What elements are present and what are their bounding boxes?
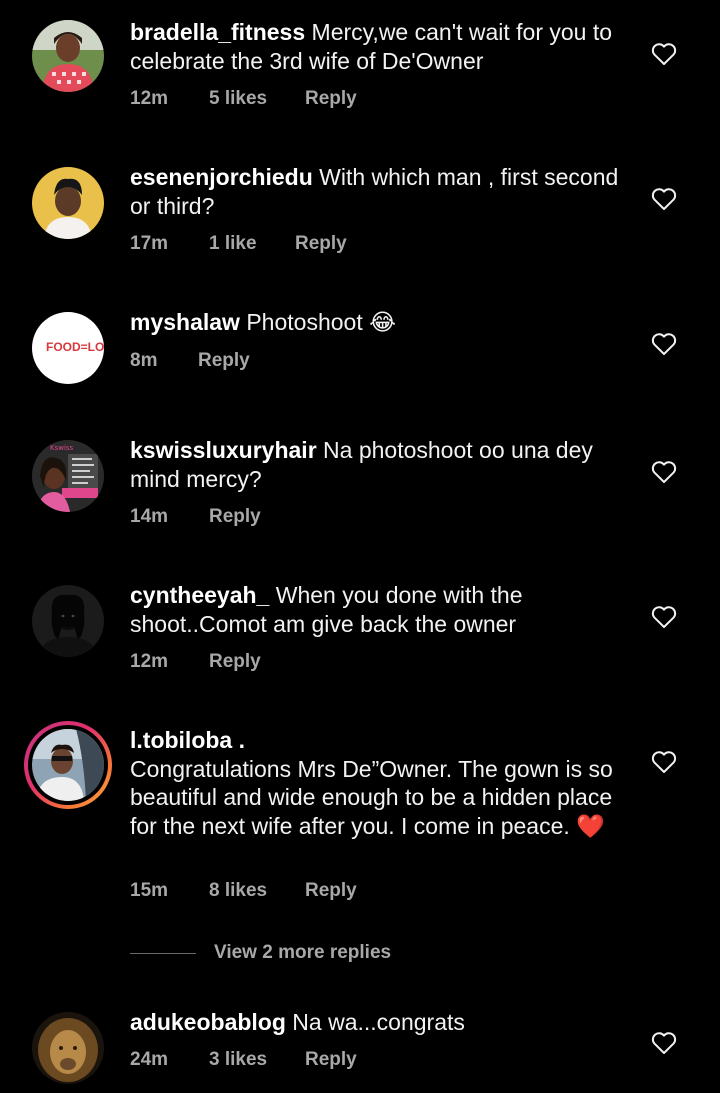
avatar[interactable]: FOOD=LO <box>32 312 104 384</box>
svg-text:Kswiss: Kswiss <box>50 444 74 452</box>
comment-time: 12m <box>130 651 169 672</box>
comment-body: Congratulations Mrs De”Owner. The gown i… <box>130 755 613 839</box>
heart-outline-icon[interactable] <box>651 187 677 211</box>
comment-username[interactable]: cyntheeyah_ <box>130 582 269 608</box>
reply-button[interactable]: Reply <box>198 350 250 372</box>
comment-text: cyntheeyah_ When you done with the shoot… <box>130 581 630 638</box>
reply-button[interactable]: Reply <box>305 880 357 902</box>
comment-time: 15m <box>130 880 169 901</box>
comment-body: Photoshoot 😂 <box>246 309 396 335</box>
comment-text: esenenjorchiedu With which man , first s… <box>130 163 630 220</box>
heart-outline-icon[interactable] <box>651 605 677 629</box>
comment-meta: 8m Reply <box>130 350 250 372</box>
reply-button[interactable]: Reply <box>295 233 347 255</box>
comment-text: l.tobiloba . Congratulations Mrs De”Owne… <box>130 726 630 840</box>
avatar[interactable]: Kswiss <box>32 440 104 512</box>
comment-meta: 14m Reply <box>130 506 261 528</box>
comment-time: 14m <box>130 506 169 527</box>
avatar[interactable] <box>32 20 104 92</box>
heart-outline-icon[interactable] <box>651 750 677 774</box>
comment-meta: 12m 5 likes Reply <box>130 88 357 110</box>
divider-line <box>130 953 196 954</box>
reply-button[interactable]: Reply <box>209 651 261 673</box>
comment-username[interactable]: l.tobiloba <box>130 727 232 753</box>
comment-time: 12m <box>130 88 169 109</box>
comment-username[interactable]: myshalaw <box>130 309 240 335</box>
comment-likes[interactable]: 3 likes <box>209 1049 305 1071</box>
comment-text: myshalaw Photoshoot 😂 <box>130 308 630 337</box>
comment-text: adukeobablog Na wa...congrats <box>130 1008 630 1037</box>
avatar[interactable] <box>32 585 104 657</box>
comment-meta: 15m 8 likes Reply <box>130 880 357 902</box>
heart-outline-icon[interactable] <box>651 332 677 356</box>
avatar[interactable] <box>32 167 104 239</box>
comment-username[interactable]: esenenjorchiedu <box>130 164 313 190</box>
comment-text: bradella_fitness Mercy,we can't wait for… <box>130 18 630 75</box>
avatar[interactable] <box>32 1012 104 1084</box>
comment-time: 8m <box>130 350 158 371</box>
comment-likes[interactable]: 8 likes <box>209 880 305 902</box>
comment-username[interactable]: bradella_fitness <box>130 19 305 45</box>
comment-meta: 12m Reply <box>130 651 261 673</box>
avatar-logo-text: FOOD=LO <box>46 340 104 354</box>
comment-meta: 17m 1 like Reply <box>130 233 347 255</box>
comment-username[interactable]: adukeobablog <box>130 1009 286 1035</box>
avatar <box>32 729 104 801</box>
reply-button[interactable]: Reply <box>305 1049 357 1071</box>
comment-time: 17m <box>130 233 169 254</box>
comment-username-suffix: . <box>238 727 245 753</box>
reply-button[interactable]: Reply <box>209 506 261 528</box>
comment-time: 24m <box>130 1049 169 1070</box>
comment-meta: 24m 3 likes Reply <box>130 1049 357 1071</box>
heart-outline-icon[interactable] <box>651 1031 677 1055</box>
comment-likes[interactable]: 5 likes <box>209 88 305 110</box>
heart-outline-icon[interactable] <box>651 42 677 66</box>
reply-button[interactable]: Reply <box>305 88 357 110</box>
comment-likes[interactable]: 1 like <box>209 233 295 255</box>
heart-outline-icon[interactable] <box>651 460 677 484</box>
avatar-with-story-ring[interactable] <box>24 721 112 809</box>
comment-username[interactable]: kswissluxuryhair <box>130 437 317 463</box>
comment-body: Na wa...congrats <box>292 1009 465 1035</box>
view-more-replies-label[interactable]: View 2 more replies <box>214 942 391 964</box>
comment-text: kswissluxuryhair Na photoshoot oo una de… <box>130 436 630 493</box>
